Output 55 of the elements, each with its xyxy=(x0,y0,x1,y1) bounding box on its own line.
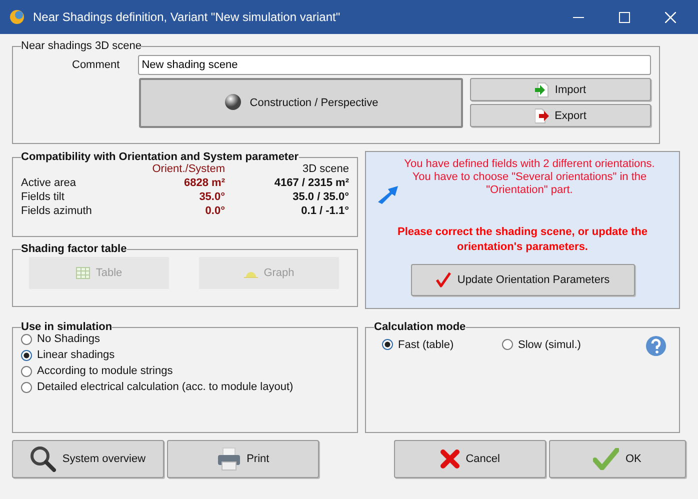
close-icon[interactable] xyxy=(665,12,676,22)
update-button[interactable]: Update Orientation Parameters xyxy=(410,264,634,296)
radio-option[interactable]: No Shadings xyxy=(21,333,100,345)
sphere-icon xyxy=(9,9,25,25)
search-icon xyxy=(30,446,56,472)
overview-button[interactable]: System overview xyxy=(12,440,164,478)
warning-message: You have defined fields with 2 different orientations. You have to choose "Several orientations" in the "Orientation" part. xyxy=(403,158,656,197)
printer-icon xyxy=(216,447,241,471)
table-icon xyxy=(76,267,90,279)
table-cell-text: 35.0 / 35.0° xyxy=(292,191,349,203)
row-label: Active area xyxy=(21,177,78,189)
column-header: 3D scene xyxy=(302,163,349,175)
group-title: Shading factor table xyxy=(21,243,127,255)
maximize-icon[interactable] xyxy=(619,12,630,22)
radio-button[interactable] xyxy=(21,334,32,344)
window-title: Near Shadings definition, Variant "New simulation variant" xyxy=(33,10,342,24)
checkmark-icon xyxy=(435,272,452,288)
radio-option[interactable]: Detailed electrical calculation (acc. to module layout) xyxy=(21,381,294,393)
table-cell-text: 4167 / 2315 m² xyxy=(273,177,349,189)
sphere-icon xyxy=(224,93,244,113)
radio-button[interactable] xyxy=(21,350,32,360)
field-label: Comment xyxy=(71,59,120,71)
group-title: Compatibility with Orientation and System parameter xyxy=(21,151,298,163)
ok-button[interactable]: OK xyxy=(548,440,686,478)
table-cell-text: 6828 m² xyxy=(183,177,225,189)
group-title: Use in simulation xyxy=(21,321,112,333)
export-icon xyxy=(534,108,549,124)
radio-option[interactable]: Linear shadings xyxy=(21,349,115,361)
group-title: Near shadings 3D scene xyxy=(21,40,142,52)
import-icon xyxy=(534,82,549,98)
radio-button[interactable] xyxy=(21,382,32,392)
export-button[interactable]: Export xyxy=(470,104,651,127)
print-button[interactable]: Print xyxy=(166,440,319,478)
table-cell-text: 0.0° xyxy=(204,205,225,217)
table-cell-text: 0.1 / -1.1° xyxy=(300,205,349,217)
close-icon xyxy=(440,449,460,469)
row-label: Fields azimuth xyxy=(21,205,93,217)
help-icon[interactable] xyxy=(645,335,667,357)
radio-button[interactable] xyxy=(21,366,32,376)
group-title: Calculation mode xyxy=(374,321,466,333)
row-label: Fields tilt xyxy=(21,191,66,203)
column-header: Orient./System xyxy=(151,163,225,175)
radio-option[interactable]: Fast (table) xyxy=(382,338,454,351)
radio-option[interactable]: Slow (simul.) xyxy=(502,338,581,351)
cancel-button[interactable]: Cancel xyxy=(394,440,546,478)
arrow-icon xyxy=(376,184,400,204)
comment-field[interactable]: New shading scene xyxy=(138,55,651,75)
radio-option[interactable]: According to module strings xyxy=(21,365,173,377)
radio-button[interactable] xyxy=(502,339,513,350)
checkmark-icon xyxy=(593,448,620,470)
radio-button[interactable] xyxy=(382,339,393,350)
table-cell-text: 35.0° xyxy=(198,191,225,203)
warning-instruction: Please correct the shading scene, or update the orientation's parameters. xyxy=(396,225,649,255)
construction-button[interactable]: Construction / Perspective xyxy=(139,78,463,128)
import-button[interactable]: Import xyxy=(470,78,651,101)
